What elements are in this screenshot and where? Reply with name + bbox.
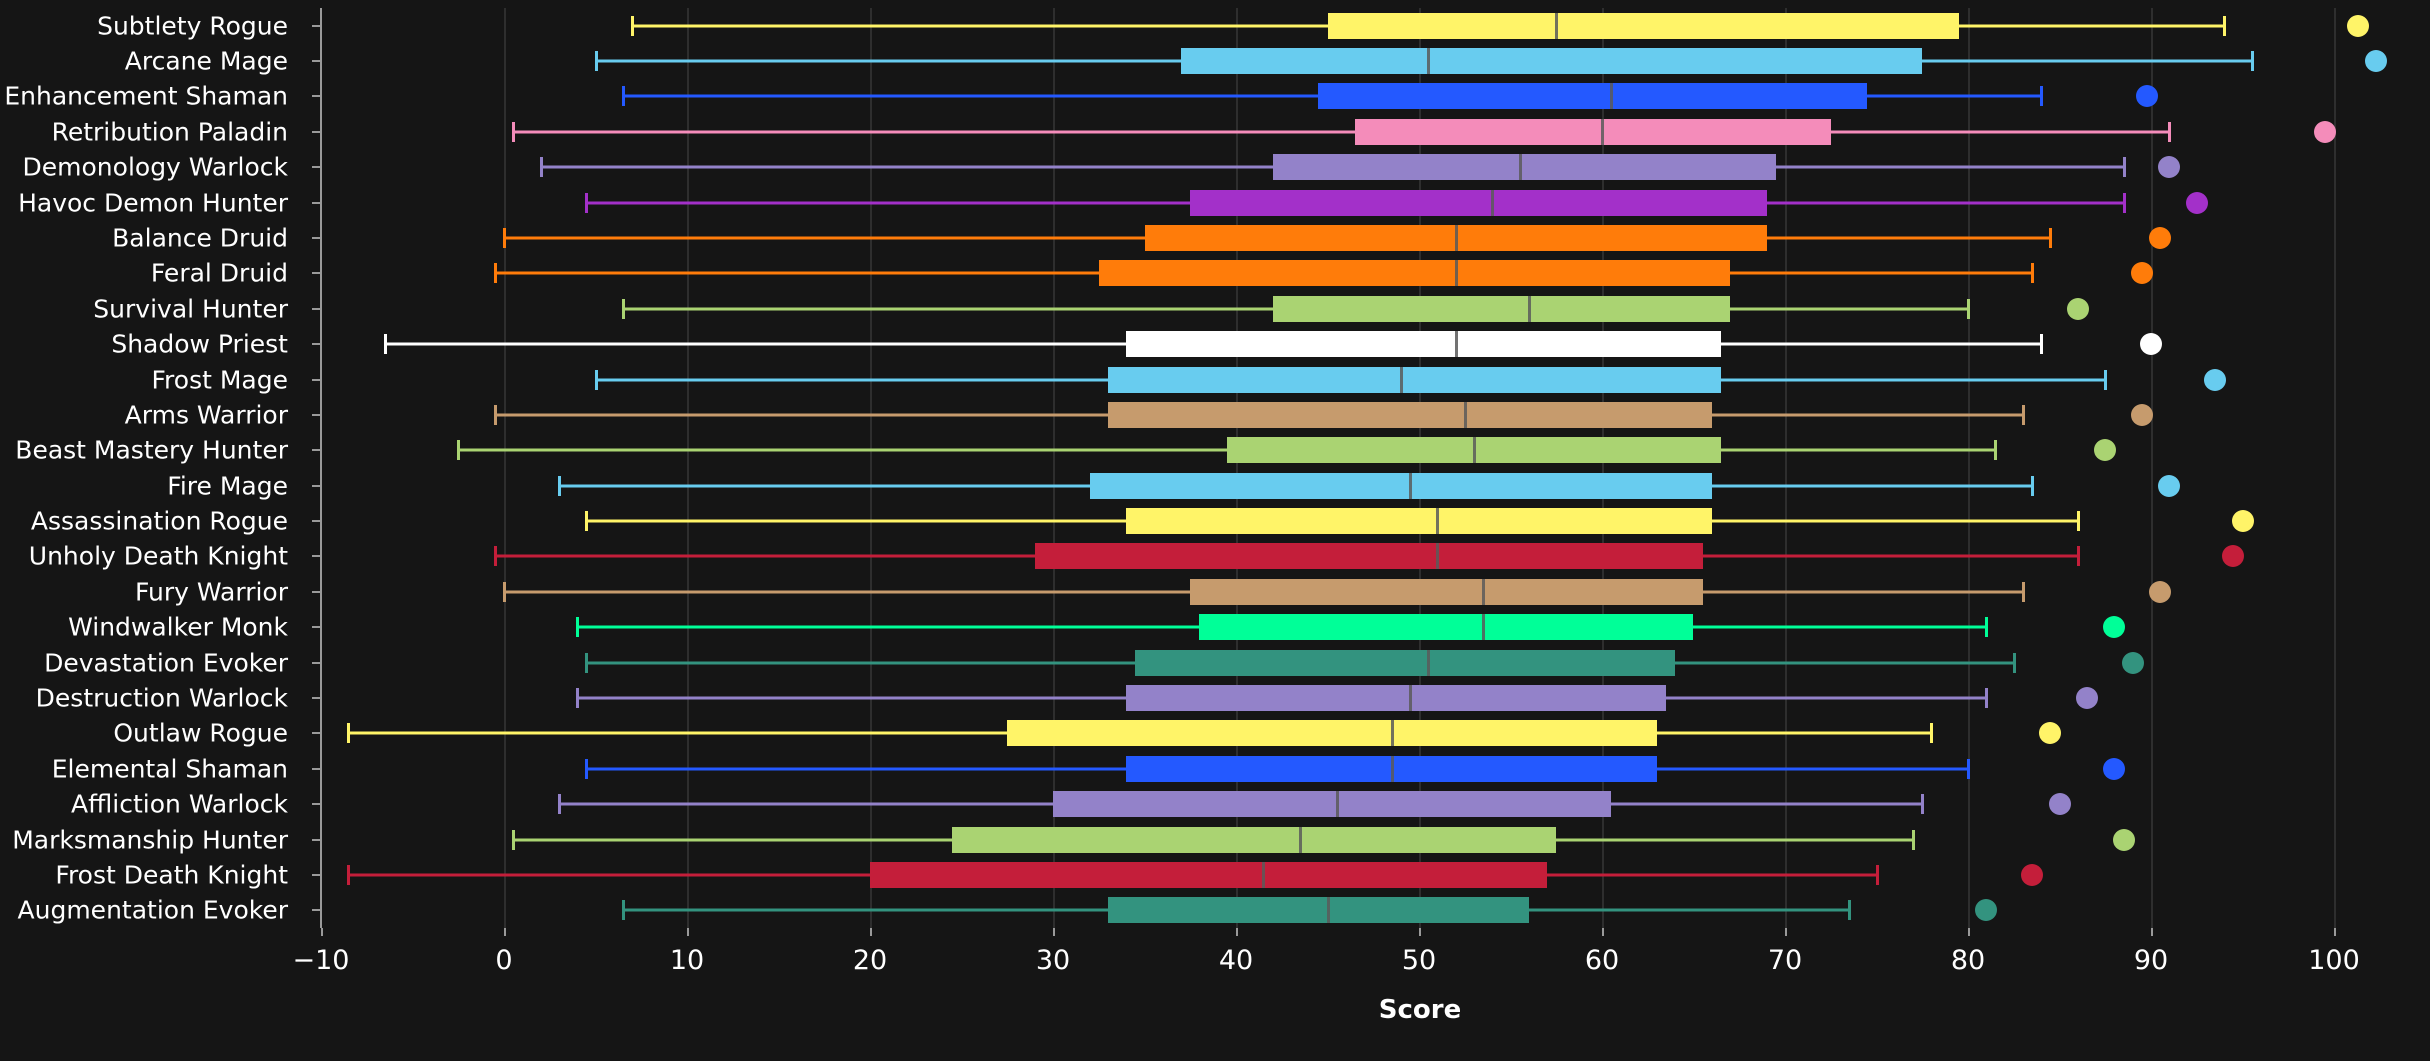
x-tick-label: 70 <box>1767 945 1803 976</box>
x-tick-mark <box>1785 928 1787 936</box>
x-tick-mark <box>870 928 872 936</box>
x-tick-label: 30 <box>1035 945 1071 976</box>
x-tick-mark <box>687 928 689 936</box>
x-tick-label: 40 <box>1218 945 1254 976</box>
boxplot-chart: Subtlety Rogue Arcane Mage Enhancement Sha… <box>0 0 2430 1061</box>
x-tick-label: 20 <box>852 945 888 976</box>
x-tick-mark <box>1419 928 1421 936</box>
x-tick-label: 90 <box>2133 945 2169 976</box>
x-tick-label: 100 <box>2308 945 2360 976</box>
x-tick-label: 80 <box>1950 945 1986 976</box>
x-tick-label: 50 <box>1401 945 1437 976</box>
x-tick-mark <box>2334 928 2336 936</box>
x-tick-label: −10 <box>292 945 350 976</box>
x-tick-mark <box>1236 928 1238 936</box>
x-tick-mark <box>504 928 506 936</box>
x-tick-mark <box>1968 928 1970 936</box>
x-tick-mark <box>321 928 323 936</box>
x-tick-label: 10 <box>669 945 705 976</box>
x-tick-label: 60 <box>1584 945 1620 976</box>
x-axis-title: Score <box>1378 995 1462 1025</box>
x-tick-mark <box>2151 928 2153 936</box>
x-tick-mark <box>1602 928 1604 936</box>
x-axis-labels: −10 0 10 20 30 40 50 60 70 80 90 100 <box>0 0 2430 1061</box>
x-tick-mark <box>1053 928 1055 936</box>
x-tick-label: 0 <box>495 945 513 976</box>
